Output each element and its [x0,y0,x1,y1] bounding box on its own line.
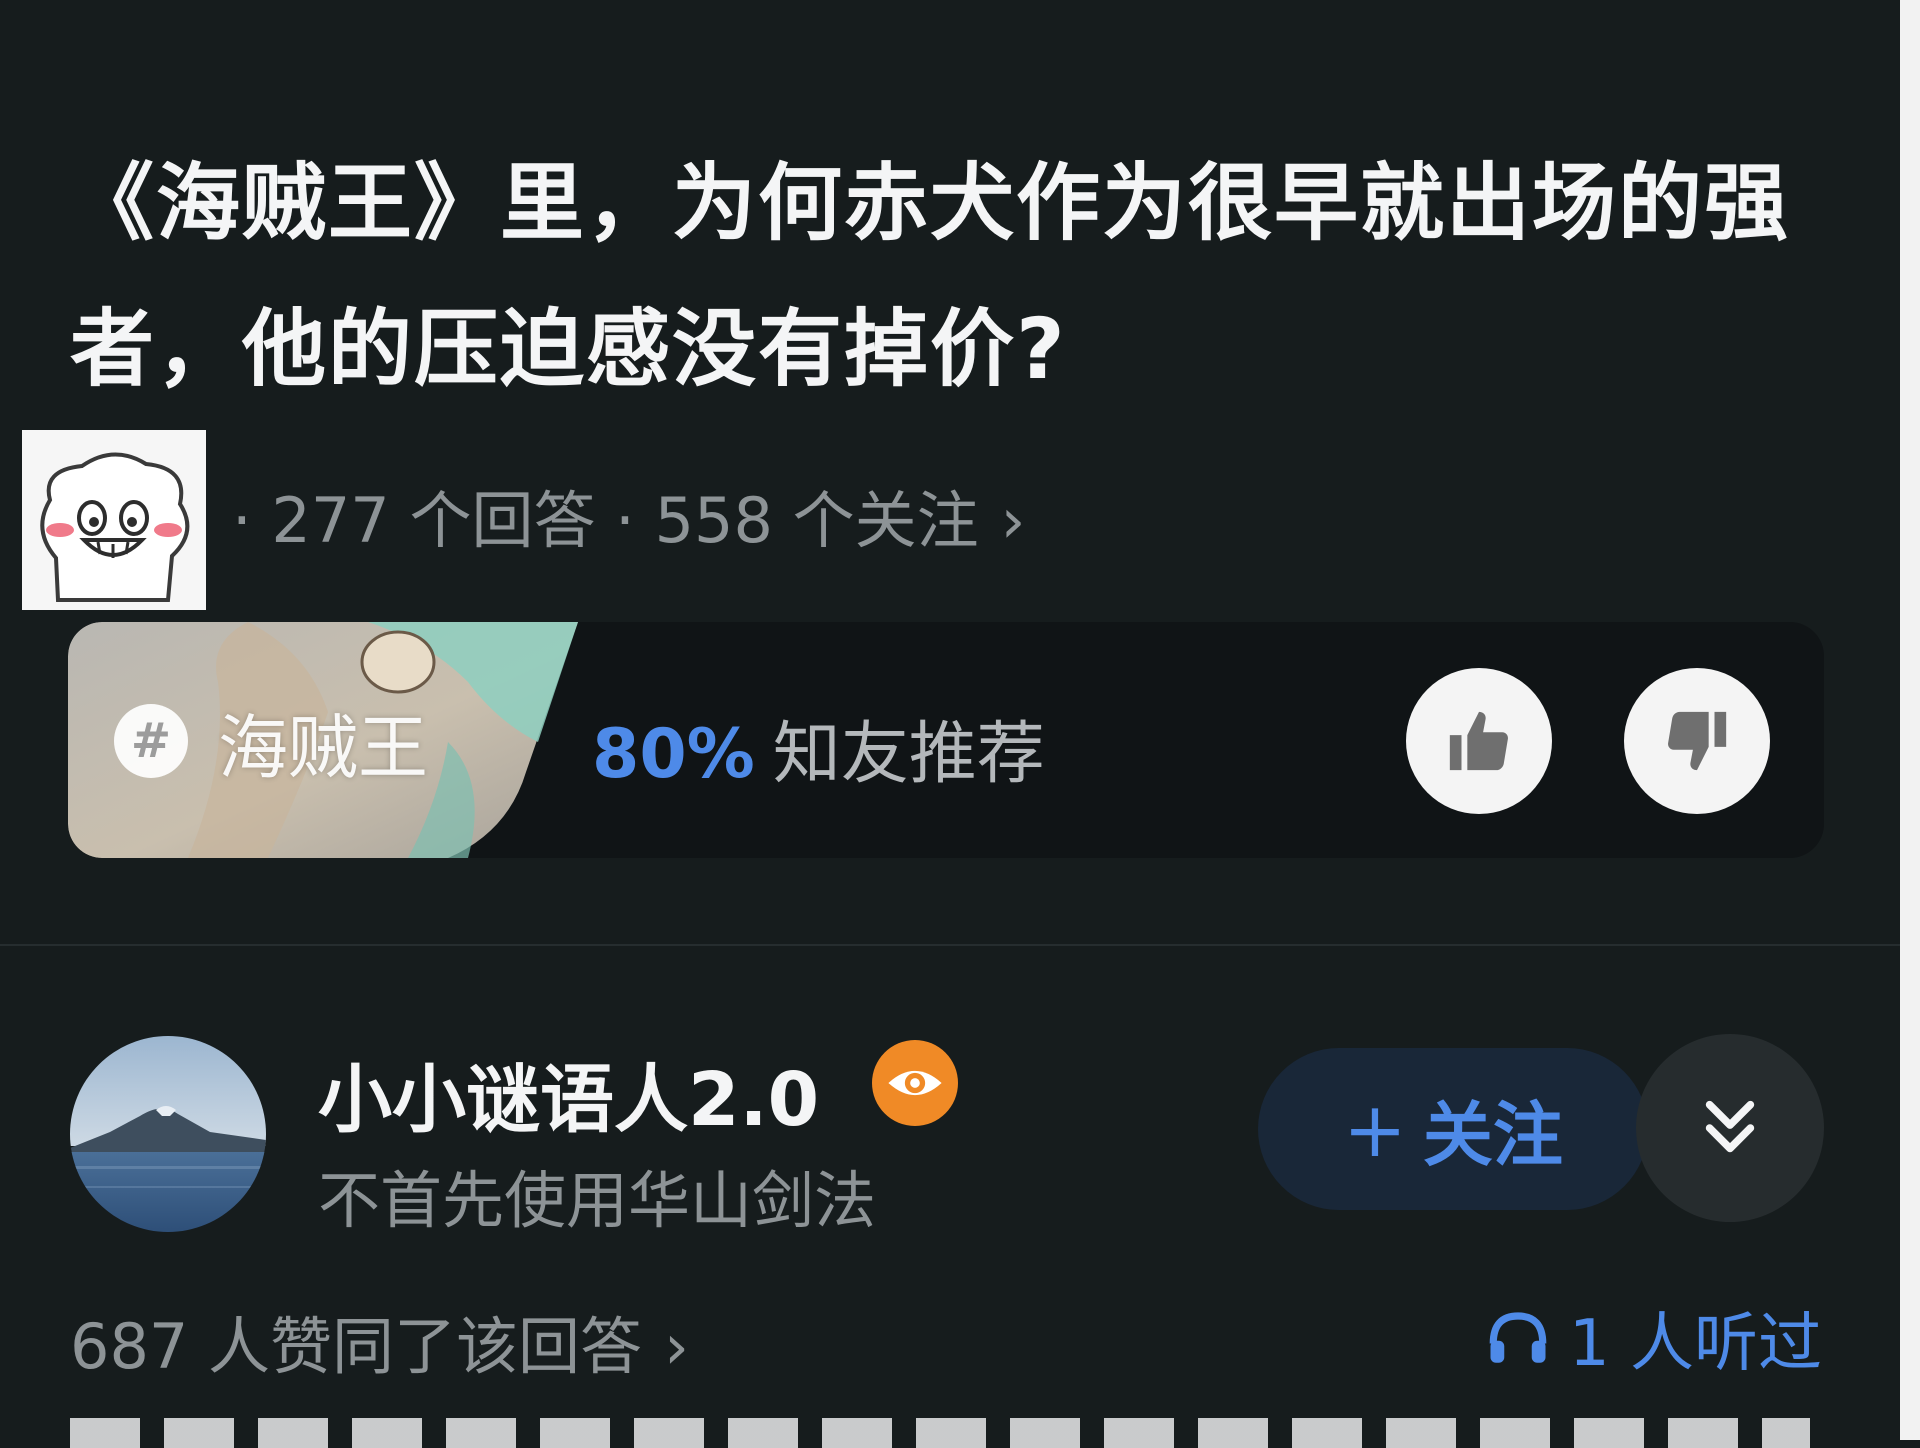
plus-icon: + [1343,1084,1407,1174]
author-bio: 不首先使用华山剑法 [318,1164,877,1237]
cartoon-face-image [22,430,206,610]
chevron-right-icon: › [664,1310,689,1383]
agree-count[interactable]: 687 人赞同了该回答 › [70,1296,689,1386]
listen-info[interactable]: 1 人听过 [1485,1292,1822,1384]
follow-button[interactable]: + 关注 [1258,1048,1648,1210]
topic-card[interactable]: # 海贼王 80% 知友推荐 [68,622,1824,858]
listen-count: 1 人听过 [1568,1307,1822,1381]
divider [0,944,1900,946]
upvote-button[interactable] [1406,668,1552,814]
thumbs-up-icon [1449,711,1508,771]
expand-button[interactable] [1636,1034,1824,1222]
downvote-button[interactable] [1624,668,1770,814]
follow-label: 关注 [1422,1093,1563,1176]
recommend-label: 知友推荐 [772,715,1045,794]
agree-count-label: 687 人赞同了该回答 [70,1310,643,1383]
answer-text-preview [70,1418,1810,1448]
hash-icon: # [114,704,188,778]
author-avatar[interactable] [70,1036,266,1232]
landscape-avatar-image [70,1036,266,1232]
headphones-icon [1489,1312,1547,1363]
eye-icon[interactable] [872,1040,958,1126]
thumbs-down-icon [1668,711,1727,771]
question-title[interactable]: 《海贼王》里，为何赤犬作为很早就出场的强者，他的压迫感没有掉价? [70,130,1830,422]
question-meta[interactable]: · 277 个回答 · 558 个关注 › [22,430,1222,610]
question-stats: · 277 个回答 · 558 个关注 [232,484,979,557]
topic-name: 海贼王 [218,707,428,789]
chevron-right-icon: › [1000,484,1026,557]
edge-strip [1900,0,1920,1440]
author-name[interactable]: 小小谜语人2.0 [318,1040,819,1147]
double-chevron-down-icon [1705,1100,1755,1153]
recommend-stat: 80% 知友推荐 [592,698,1045,797]
topic-tag[interactable]: # 海贼王 [68,622,578,858]
asker-avatar[interactable] [22,430,206,610]
recommend-percent: 80% [592,715,755,794]
